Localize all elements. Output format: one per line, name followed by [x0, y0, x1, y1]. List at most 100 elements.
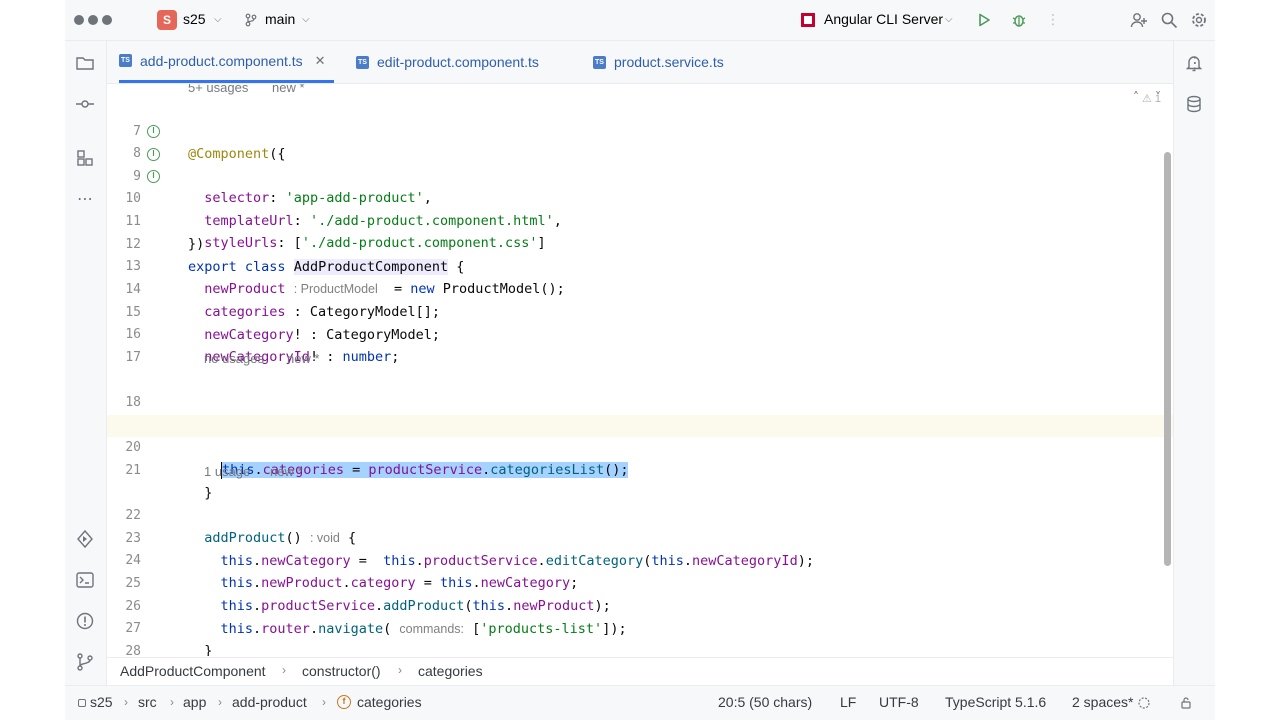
author-hint[interactable]: new *	[272, 84, 305, 99]
author-hint[interactable]: new *	[287, 348, 320, 370]
editor-tabs: TS add-product.component.ts ✕ TS edit-pr…	[107, 41, 1203, 84]
usages-hint[interactable]: no usages	[204, 348, 264, 370]
code-line: 24 this.newProduct.category = this.newCa…	[107, 528, 1173, 591]
problems-icon[interactable]	[73, 609, 97, 633]
language-version[interactable]: TypeScript 5.1.6	[945, 694, 1046, 710]
branch-name[interactable]: main	[265, 11, 295, 27]
right-tool-strip	[1173, 41, 1215, 685]
search-icon[interactable]	[1159, 10, 1179, 30]
code-line: 15 newCategory! : CategoryModel;	[107, 280, 1173, 343]
code-line: 25 this.productService.addProduct(this.n…	[107, 551, 1173, 614]
line-separator[interactable]: LF	[840, 694, 856, 710]
usages-hint[interactable]: 5+ usages	[188, 84, 248, 99]
project-badge[interactable]: S	[157, 10, 177, 30]
tab-product-service[interactable]: TS product.service.ts	[593, 41, 724, 83]
chevron-right-icon: ›	[322, 695, 326, 709]
gear-icon[interactable]	[1189, 10, 1209, 30]
tab-edit-product[interactable]: TS edit-product.component.ts	[356, 41, 539, 83]
caret-position[interactable]: 20:5 (50 chars)	[718, 694, 812, 710]
code-line-current: 20 this.categories = productService.cate…	[107, 415, 1173, 479]
spaces-config-icon[interactable]	[1137, 696, 1151, 713]
breadcrumb-item[interactable]: categories	[418, 663, 483, 679]
author-hint[interactable]: new *	[270, 461, 303, 483]
breadcrumb-item[interactable]: AddProductComponent	[120, 663, 266, 679]
run-icon[interactable]	[974, 10, 994, 30]
line-number: 21	[125, 463, 141, 478]
tab-label: edit-product.component.ts	[377, 54, 539, 70]
code-line: 21 }	[107, 438, 1173, 501]
code-line: 17	[107, 325, 1173, 365]
tab-label: product.service.ts	[614, 54, 724, 70]
code-line: 13 newProduct : ProductModel = new Produ…	[107, 234, 1173, 297]
code-line: 23 this.newCategory = this.productServic…	[107, 506, 1173, 569]
nav-path-item[interactable]: app	[183, 694, 206, 710]
code-line: 10 I styleUrls: ['./add-product.componen…	[107, 166, 1173, 251]
code-line: 22 addProduct() : void {	[107, 483, 1173, 546]
right-letterbox	[1215, 0, 1280, 720]
debug-icon[interactable]	[1009, 10, 1029, 30]
tabs-more-icon[interactable]: ⋮	[1187, 53, 1203, 72]
implemented-icon[interactable]: I	[147, 170, 160, 183]
close-icon[interactable]: ✕	[315, 53, 326, 69]
usages-hint[interactable]: 1 usage	[204, 461, 250, 483]
nav-path-item[interactable]: s25	[90, 694, 113, 710]
tab-add-product[interactable]: TS add-product.component.ts ✕	[119, 41, 334, 83]
lock-icon[interactable]	[1179, 696, 1193, 713]
window-control-dot[interactable]	[74, 15, 84, 25]
structure-icon[interactable]	[73, 146, 97, 170]
more-tools-icon[interactable]: ⋯	[73, 186, 97, 210]
tab-label: add-product.component.ts	[140, 52, 303, 69]
left-tool-strip: ⋯	[65, 41, 107, 685]
chevron-down-icon[interactable]: ⌵	[302, 14, 310, 25]
typescript-icon: TS	[356, 55, 369, 69]
file-encoding[interactable]: UTF-8	[879, 694, 919, 710]
code-line: 26 this.router.navigate( commands: ['pro…	[107, 574, 1173, 637]
chevron-right-icon: ›	[282, 663, 286, 677]
typescript-icon: TS	[119, 54, 132, 67]
code-line: 27 }	[107, 596, 1173, 656]
breadcrumb: AddProductComponent › constructor() › ca…	[107, 657, 1173, 686]
code-line: 7 @Component({	[107, 99, 1173, 162]
chevron-down-icon[interactable]: ⌵	[945, 14, 953, 25]
database-icon[interactable]	[1182, 92, 1206, 116]
more-icon[interactable]: ⋮	[1043, 10, 1063, 30]
breadcrumb-item[interactable]: constructor()	[302, 663, 381, 679]
nav-path-item[interactable]: src	[138, 694, 157, 710]
window-control-dot[interactable]	[102, 15, 112, 25]
chevron-right-icon: ›	[170, 695, 174, 709]
terminal-icon[interactable]	[73, 568, 97, 592]
chevron-right-icon: ›	[218, 695, 222, 709]
implemented-icon[interactable]: I	[147, 125, 160, 138]
branch-icon[interactable]	[241, 10, 261, 30]
chevron-right-icon: ›	[398, 663, 402, 677]
window-control-dot[interactable]	[88, 15, 98, 25]
implemented-icon[interactable]: I	[147, 148, 160, 161]
typescript-icon: TS	[593, 55, 606, 69]
commit-icon[interactable]	[73, 92, 97, 116]
services-icon[interactable]	[73, 527, 97, 551]
run-config[interactable]: Angular CLI Server	[824, 11, 943, 27]
code-line: 14 categories : CategoryModel[];	[107, 257, 1173, 320]
nav-path-item[interactable]: categories	[357, 694, 422, 710]
title-bar: S s25 ⌵ main ⌵ Angular CLI Server ⌵ ⋮	[65, 0, 1215, 41]
chevron-right-icon: ›	[124, 695, 128, 709]
vertical-scrollbar[interactable]	[1164, 152, 1171, 566]
code-editor[interactable]: ⚠ 1 ˄ ˅ 5+ usages new * 7 @Component({ 8…	[107, 84, 1173, 656]
angular-icon	[798, 10, 818, 30]
git-icon[interactable]	[73, 650, 97, 674]
nav-path-item[interactable]: add-product	[232, 694, 307, 710]
left-letterbox	[0, 0, 65, 720]
add-user-icon[interactable]	[1129, 10, 1149, 30]
project-square-icon	[78, 699, 86, 707]
project-name[interactable]: s25	[183, 11, 206, 27]
code-line: 12 export class AddProductComponent {	[107, 212, 1173, 275]
code-line: 16 newCategoryId! : number;	[107, 302, 1173, 365]
code-line: 11 })	[107, 189, 1173, 252]
field-icon: f	[337, 695, 351, 709]
code-line: 28 }	[107, 619, 1173, 656]
indent-setting[interactable]: 2 spaces*	[1072, 694, 1133, 710]
chevron-down-icon[interactable]: ⌵	[214, 14, 222, 25]
status-bar: s25 › src › app › add-product › f catego…	[65, 685, 1215, 720]
folder-icon[interactable]	[73, 51, 97, 75]
code-line: 8 I selector: 'app-add-product',	[107, 121, 1173, 206]
